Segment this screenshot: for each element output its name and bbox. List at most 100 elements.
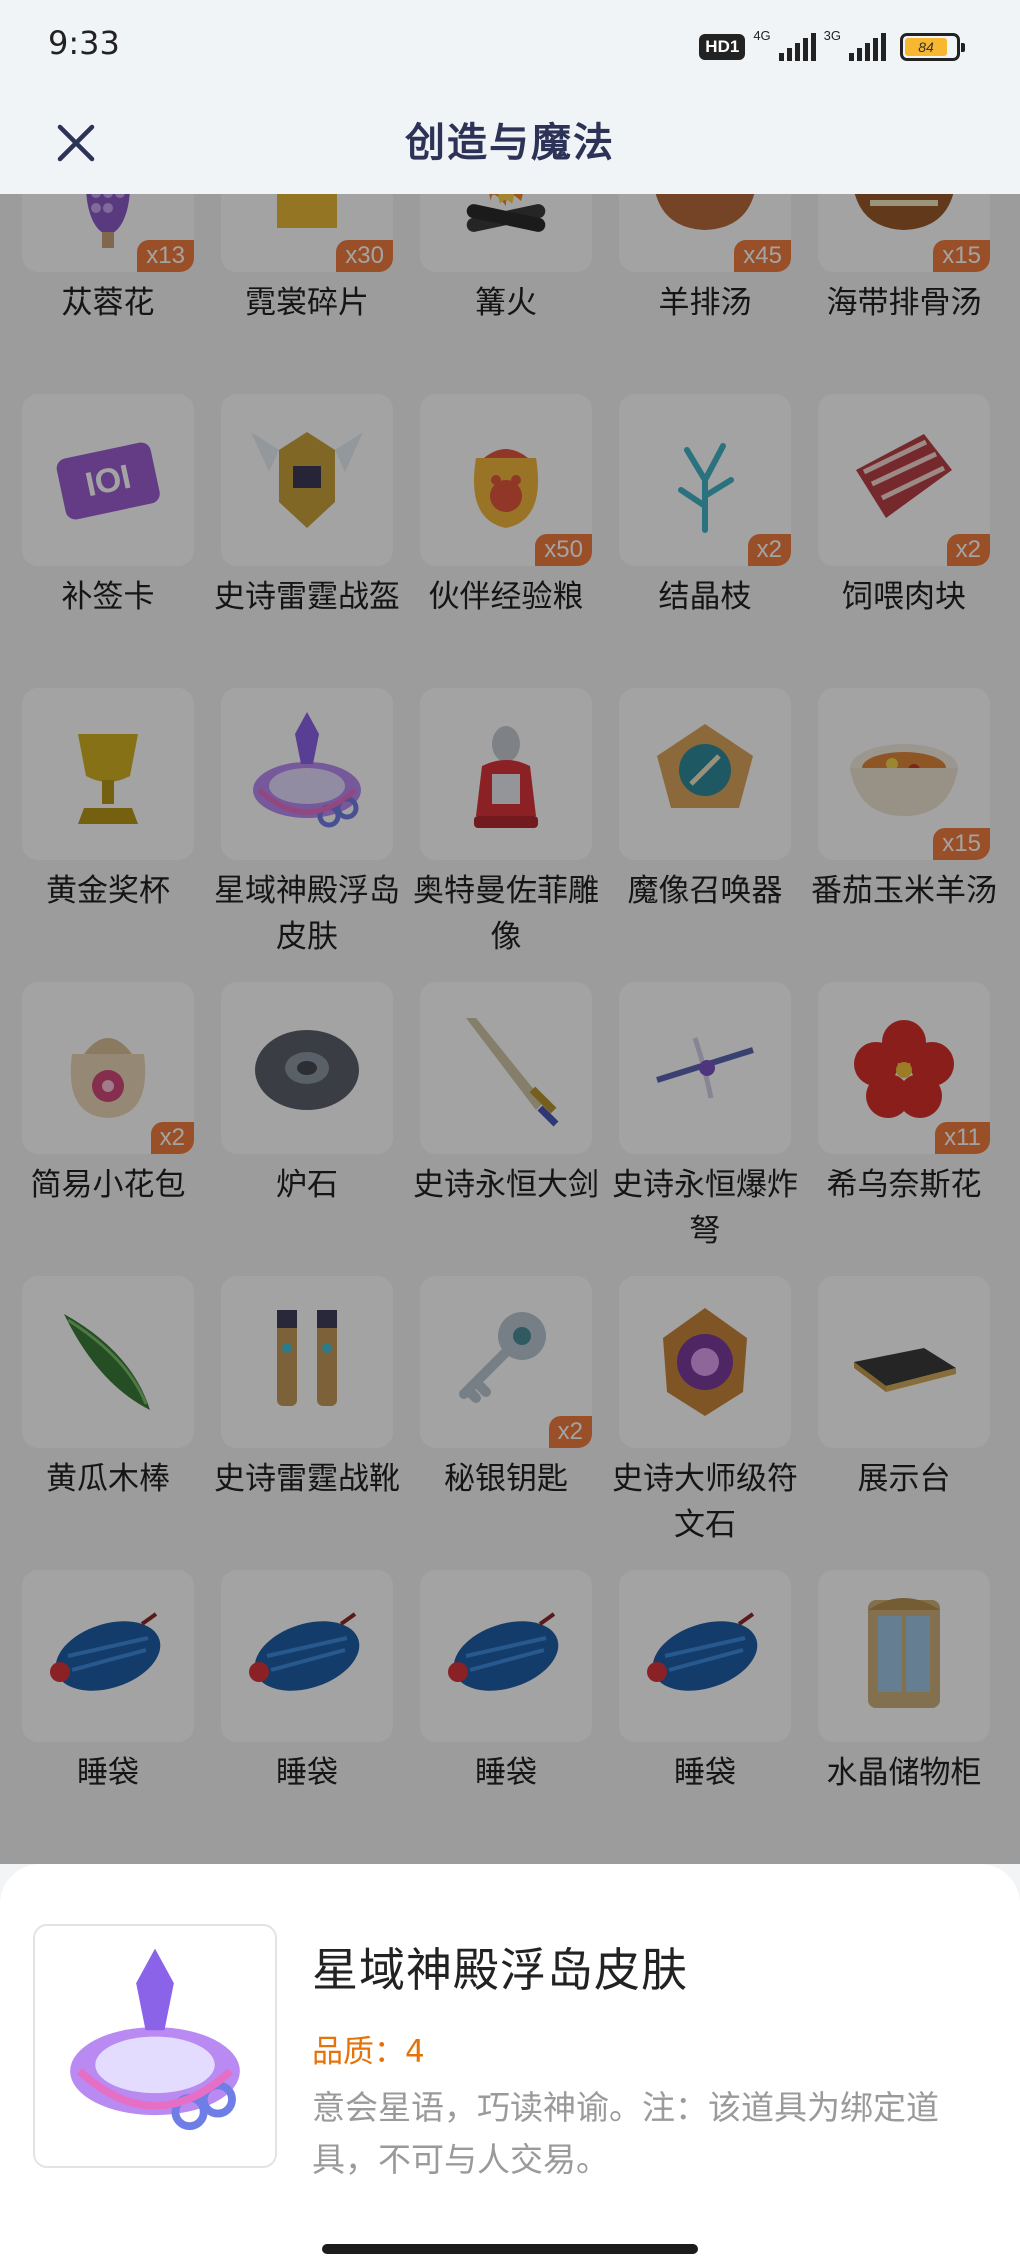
item-name: 魔像召唤器	[627, 873, 783, 909]
item-name: 史诗雷霆战靴	[214, 1461, 400, 1497]
golem-summoner-icon	[657, 724, 753, 808]
item-quantity-badge: x15	[933, 240, 990, 272]
sleeping-bag-icon	[50, 1612, 161, 1691]
item-quantity-badge: x2	[150, 1122, 194, 1154]
home-indicator[interactable]	[322, 2244, 698, 2254]
detail-description: 意会星语，巧读神谕。注：该道具为绑定道具，不可与人交易。	[312, 2088, 939, 2179]
item-cell[interactable]: 水晶储物柜	[818, 1570, 990, 1864]
item-cell[interactable]: x11 希乌奈斯花	[818, 982, 990, 1276]
item-thumbnail[interactable]: x50	[420, 394, 592, 566]
item-cell[interactable]: x2 饲喂肉块	[818, 394, 990, 688]
item-thumbnail[interactable]: x13	[22, 194, 194, 272]
item-thumbnail[interactable]: x2	[22, 982, 194, 1154]
item-name: 睡袋	[276, 1755, 338, 1791]
item-quantity-badge: x2	[548, 1416, 592, 1448]
item-quantity-badge: x2	[747, 534, 791, 566]
item-thumbnail[interactable]	[619, 688, 791, 860]
item-cell[interactable]: 睡袋	[420, 1570, 592, 1864]
item-thumbnail[interactable]	[420, 1570, 592, 1742]
item-thumbnail[interactable]	[221, 394, 393, 566]
detail-item-image	[33, 1924, 277, 2168]
item-name: 伙伴经验粮	[428, 579, 584, 615]
item-cell[interactable]: 史诗雷霆战盔	[214, 394, 400, 688]
item-thumbnail[interactable]: x11	[818, 982, 990, 1154]
item-quantity-badge: x50	[535, 534, 592, 566]
item-cell[interactable]: 史诗大师级符文石	[612, 1276, 798, 1570]
pet-food-bag-icon	[474, 449, 538, 528]
item-cell[interactable]: 星域神殿浮岛皮肤	[214, 688, 400, 982]
item-cell[interactable]: 奥特曼佐菲雕像	[413, 688, 599, 982]
item-cell[interactable]: x15 海带排骨汤	[818, 194, 990, 394]
item-cell[interactable]: x13 苁蓉花	[22, 194, 194, 394]
item-cell[interactable]: x50 伙伴经验粮	[420, 394, 592, 688]
thunder-helmet-icon	[251, 432, 363, 528]
item-name: 饲喂肉块	[842, 579, 966, 615]
item-name: 黄瓜木棒	[46, 1461, 170, 1497]
item-name: 奥特曼佐菲雕像	[413, 873, 599, 955]
status-indicators: HD1 4G 3G 84	[699, 28, 965, 64]
item-thumbnail[interactable]	[221, 1276, 393, 1448]
red-hibiscus-icon	[854, 1020, 954, 1118]
item-thumbnail[interactable]	[420, 194, 592, 272]
item-name: 苁蓉花	[61, 285, 155, 321]
item-cell[interactable]: x45 羊排汤	[619, 194, 791, 394]
item-thumbnail[interactable]	[22, 688, 194, 860]
network-3g-label: 3G	[823, 28, 841, 43]
item-thumbnail[interactable]: x45	[619, 194, 791, 272]
item-thumbnail[interactable]: x15	[818, 688, 990, 860]
item-cell[interactable]: x2 简易小花包	[22, 982, 194, 1276]
mithril-key-icon	[459, 1312, 546, 1403]
battery-icon: 84	[900, 33, 965, 61]
item-thumbnail[interactable]	[619, 982, 791, 1154]
item-thumbnail[interactable]	[221, 982, 393, 1154]
sleeping-bag-icon	[448, 1612, 559, 1691]
item-cell[interactable]: 睡袋	[22, 1570, 194, 1864]
ultraman-statue-icon	[474, 726, 538, 828]
item-cell[interactable]: 展示台	[818, 1276, 990, 1570]
item-cell[interactable]: 炉石	[221, 982, 393, 1276]
item-thumbnail[interactable]	[420, 982, 592, 1154]
item-name: 番茄玉米羊汤	[811, 873, 997, 909]
sleeping-bag-icon	[249, 1612, 360, 1691]
item-cell[interactable]: IOI 补签卡	[22, 394, 194, 688]
item-thumbnail[interactable]: x2	[619, 394, 791, 566]
item-thumbnail[interactable]: x30	[221, 194, 393, 272]
item-thumbnail[interactable]: IOI	[22, 394, 194, 566]
item-thumbnail[interactable]	[420, 688, 592, 860]
item-cell[interactable]: 篝火	[420, 194, 592, 394]
item-thumbnail[interactable]	[22, 1276, 194, 1448]
item-cell[interactable]: x2 秘银钥匙	[420, 1276, 592, 1570]
item-thumbnail[interactable]: x2	[420, 1276, 592, 1448]
item-cell[interactable]: 史诗雷霆战靴	[214, 1276, 400, 1570]
item-cell[interactable]: 黄瓜木棒	[22, 1276, 194, 1570]
item-thumbnail[interactable]: x2	[818, 394, 990, 566]
item-cell[interactable]: x2 结晶枝	[619, 394, 791, 688]
item-cell[interactable]: 魔像召唤器	[619, 688, 791, 982]
item-thumbnail[interactable]	[818, 1276, 990, 1448]
item-cell[interactable]: x15 番茄玉米羊汤	[811, 688, 997, 982]
item-thumbnail[interactable]	[619, 1276, 791, 1448]
item-cell[interactable]: 睡袋	[619, 1570, 791, 1864]
item-name: 霓裳碎片	[245, 285, 369, 321]
status-bar: 9:33 HD1 4G 3G 84	[0, 0, 1020, 92]
floating-island-skin-icon	[253, 712, 361, 828]
item-thumbnail[interactable]: x15	[818, 194, 990, 272]
item-cell[interactable]: 史诗永恒爆炸弩	[612, 982, 798, 1276]
item-thumbnail[interactable]	[818, 1570, 990, 1742]
item-cell[interactable]: 史诗永恒大剑	[413, 982, 599, 1276]
item-cell[interactable]: 黄金奖杯	[22, 688, 194, 982]
nav-bar: 创造与魔法	[0, 92, 1020, 194]
item-thumbnail[interactable]	[221, 1570, 393, 1742]
item-cell[interactable]: 睡袋	[221, 1570, 393, 1864]
golden-trophy-icon	[78, 734, 138, 824]
crystal-branch-icon	[678, 443, 734, 533]
item-thumbnail[interactable]	[619, 1570, 791, 1742]
item-thumbnail[interactable]	[221, 688, 393, 860]
close-button[interactable]	[50, 110, 102, 176]
item-name: 史诗大师级符文石	[612, 1461, 798, 1543]
item-grid-area[interactable]: x13 苁蓉花 x30 霓裳碎片 篝火 x45 羊排汤 x15 海带排骨汤 IOI 补签卡 史诗雷霆战…	[0, 194, 1020, 1864]
item-name: 结晶枝	[658, 579, 752, 615]
item-cell[interactable]: x30 霓裳碎片	[221, 194, 393, 394]
item-name: 星域神殿浮岛皮肤	[214, 873, 400, 955]
item-thumbnail[interactable]	[22, 1570, 194, 1742]
